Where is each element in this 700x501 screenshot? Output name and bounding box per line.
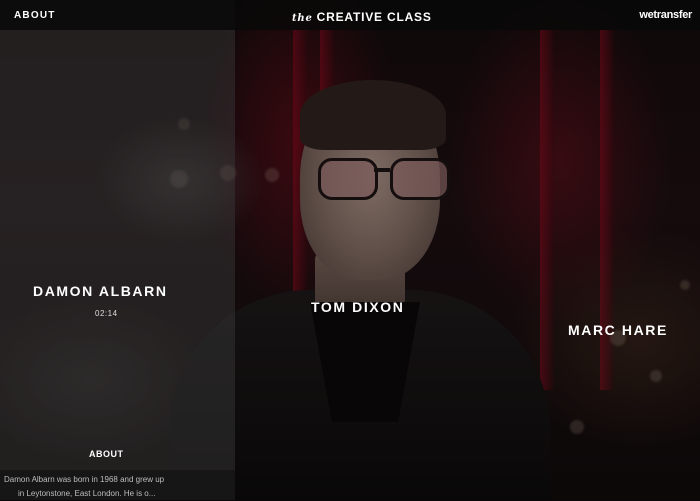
person-link-damon-albarn[interactable]: DAMON ALBARN: [33, 283, 168, 299]
video-duration: 02:14: [95, 309, 118, 318]
about-toggle[interactable]: ABOUT: [89, 449, 124, 459]
wetransfer-logo[interactable]: wetransfer: [639, 9, 692, 21]
person-link-tom-dixon[interactable]: TOM DIXON: [311, 299, 404, 315]
person-link-marc-hare[interactable]: MARC HARE: [568, 322, 668, 338]
selected-panel-highlight[interactable]: [0, 0, 235, 500]
bio-text: Damon Albarn was born in 1968 and grew u…: [4, 473, 232, 501]
site-logo[interactable]: the CREATIVE CLASS: [292, 10, 432, 24]
bio-line-2: in Leytonstone, East London. He is o...: [18, 489, 156, 498]
about-link[interactable]: ABOUT: [14, 10, 56, 21]
logo-title: CREATIVE CLASS: [316, 10, 432, 24]
bio-panel: Damon Albarn was born in 1968 and grew u…: [0, 470, 235, 500]
top-bar: ABOUT the CREATIVE CLASS wetransfer: [0, 0, 700, 30]
bio-line-1: Damon Albarn was born in 1968 and grew u…: [4, 475, 165, 484]
logo-prefix: the: [292, 13, 313, 24]
